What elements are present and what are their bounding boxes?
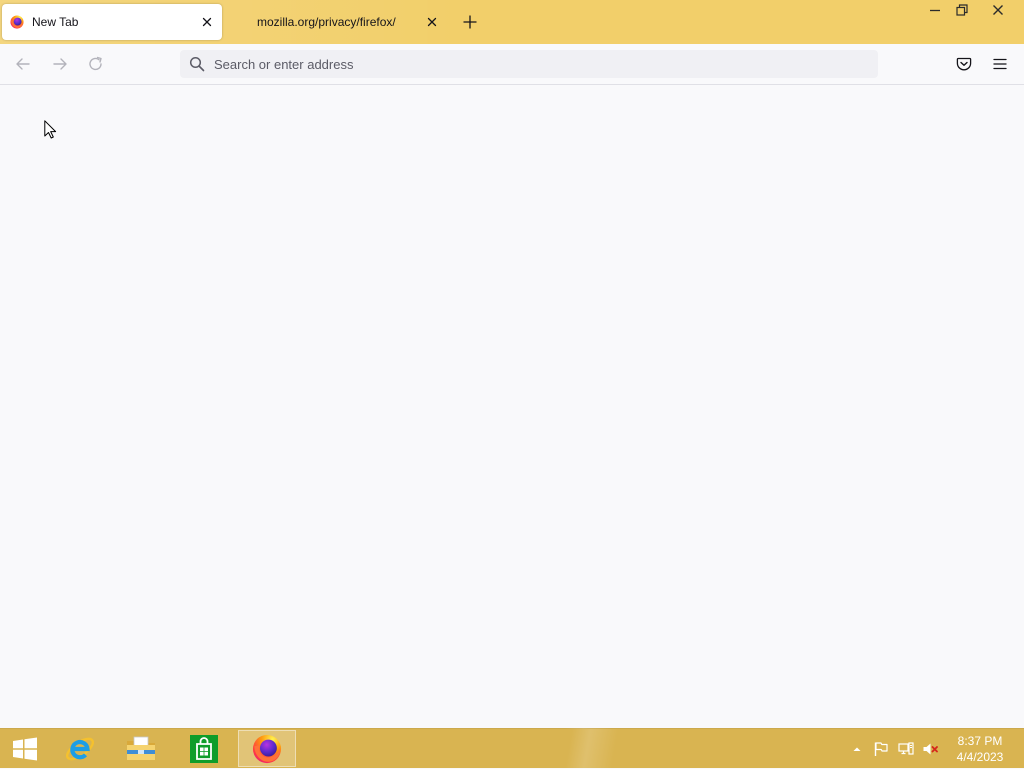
tab-mozilla-privacy[interactable]: mozilla.org/privacy/firefox/ bbox=[224, 4, 444, 40]
volume-muted-icon[interactable] bbox=[922, 741, 938, 757]
store-icon[interactable] bbox=[188, 729, 222, 769]
clock-time: 8:37 PM bbox=[957, 734, 1003, 748]
network-icon[interactable] bbox=[898, 741, 914, 757]
windows-start-icon[interactable] bbox=[8, 729, 44, 769]
hamburger-menu-icon[interactable] bbox=[992, 56, 1008, 72]
close-icon[interactable] bbox=[424, 14, 440, 30]
forward-arrow-icon[interactable] bbox=[52, 56, 68, 72]
taskbar-firefox-button[interactable] bbox=[238, 730, 296, 767]
tab-strip: New Tab mozilla.org/privacy/firefox/ bbox=[0, 0, 1024, 44]
close-icon[interactable] bbox=[199, 14, 215, 30]
tab-new-tab[interactable]: New Tab bbox=[2, 4, 222, 40]
plus-icon[interactable] bbox=[461, 13, 479, 31]
windows-taskbar: 8:37 PM 4/4/2023 bbox=[0, 728, 1024, 768]
internet-explorer-icon[interactable] bbox=[64, 729, 98, 769]
taskbar-clock[interactable]: 8:37 PM 4/4/2023 bbox=[948, 733, 1012, 765]
back-arrow-icon[interactable] bbox=[15, 56, 31, 72]
address-bar[interactable] bbox=[180, 50, 878, 78]
mouse-cursor bbox=[44, 120, 57, 139]
restore-icon[interactable] bbox=[945, 0, 979, 20]
tab-label: New Tab bbox=[32, 15, 79, 29]
firefox-icon bbox=[10, 15, 24, 29]
action-center-flag-icon[interactable] bbox=[873, 741, 889, 757]
window-close-icon[interactable] bbox=[981, 0, 1015, 20]
file-explorer-icon[interactable] bbox=[125, 729, 159, 769]
pocket-icon[interactable] bbox=[956, 56, 972, 72]
clock-date: 4/4/2023 bbox=[956, 750, 1004, 764]
firefox-icon bbox=[239, 734, 295, 764]
navigation-toolbar bbox=[0, 44, 1024, 85]
url-input[interactable] bbox=[214, 54, 864, 74]
page-content[interactable] bbox=[0, 85, 1024, 728]
tab-label: mozilla.org/privacy/firefox/ bbox=[257, 15, 396, 29]
search-icon bbox=[189, 56, 205, 72]
show-hidden-icons-icon[interactable] bbox=[849, 741, 865, 757]
reload-icon[interactable] bbox=[88, 56, 104, 72]
